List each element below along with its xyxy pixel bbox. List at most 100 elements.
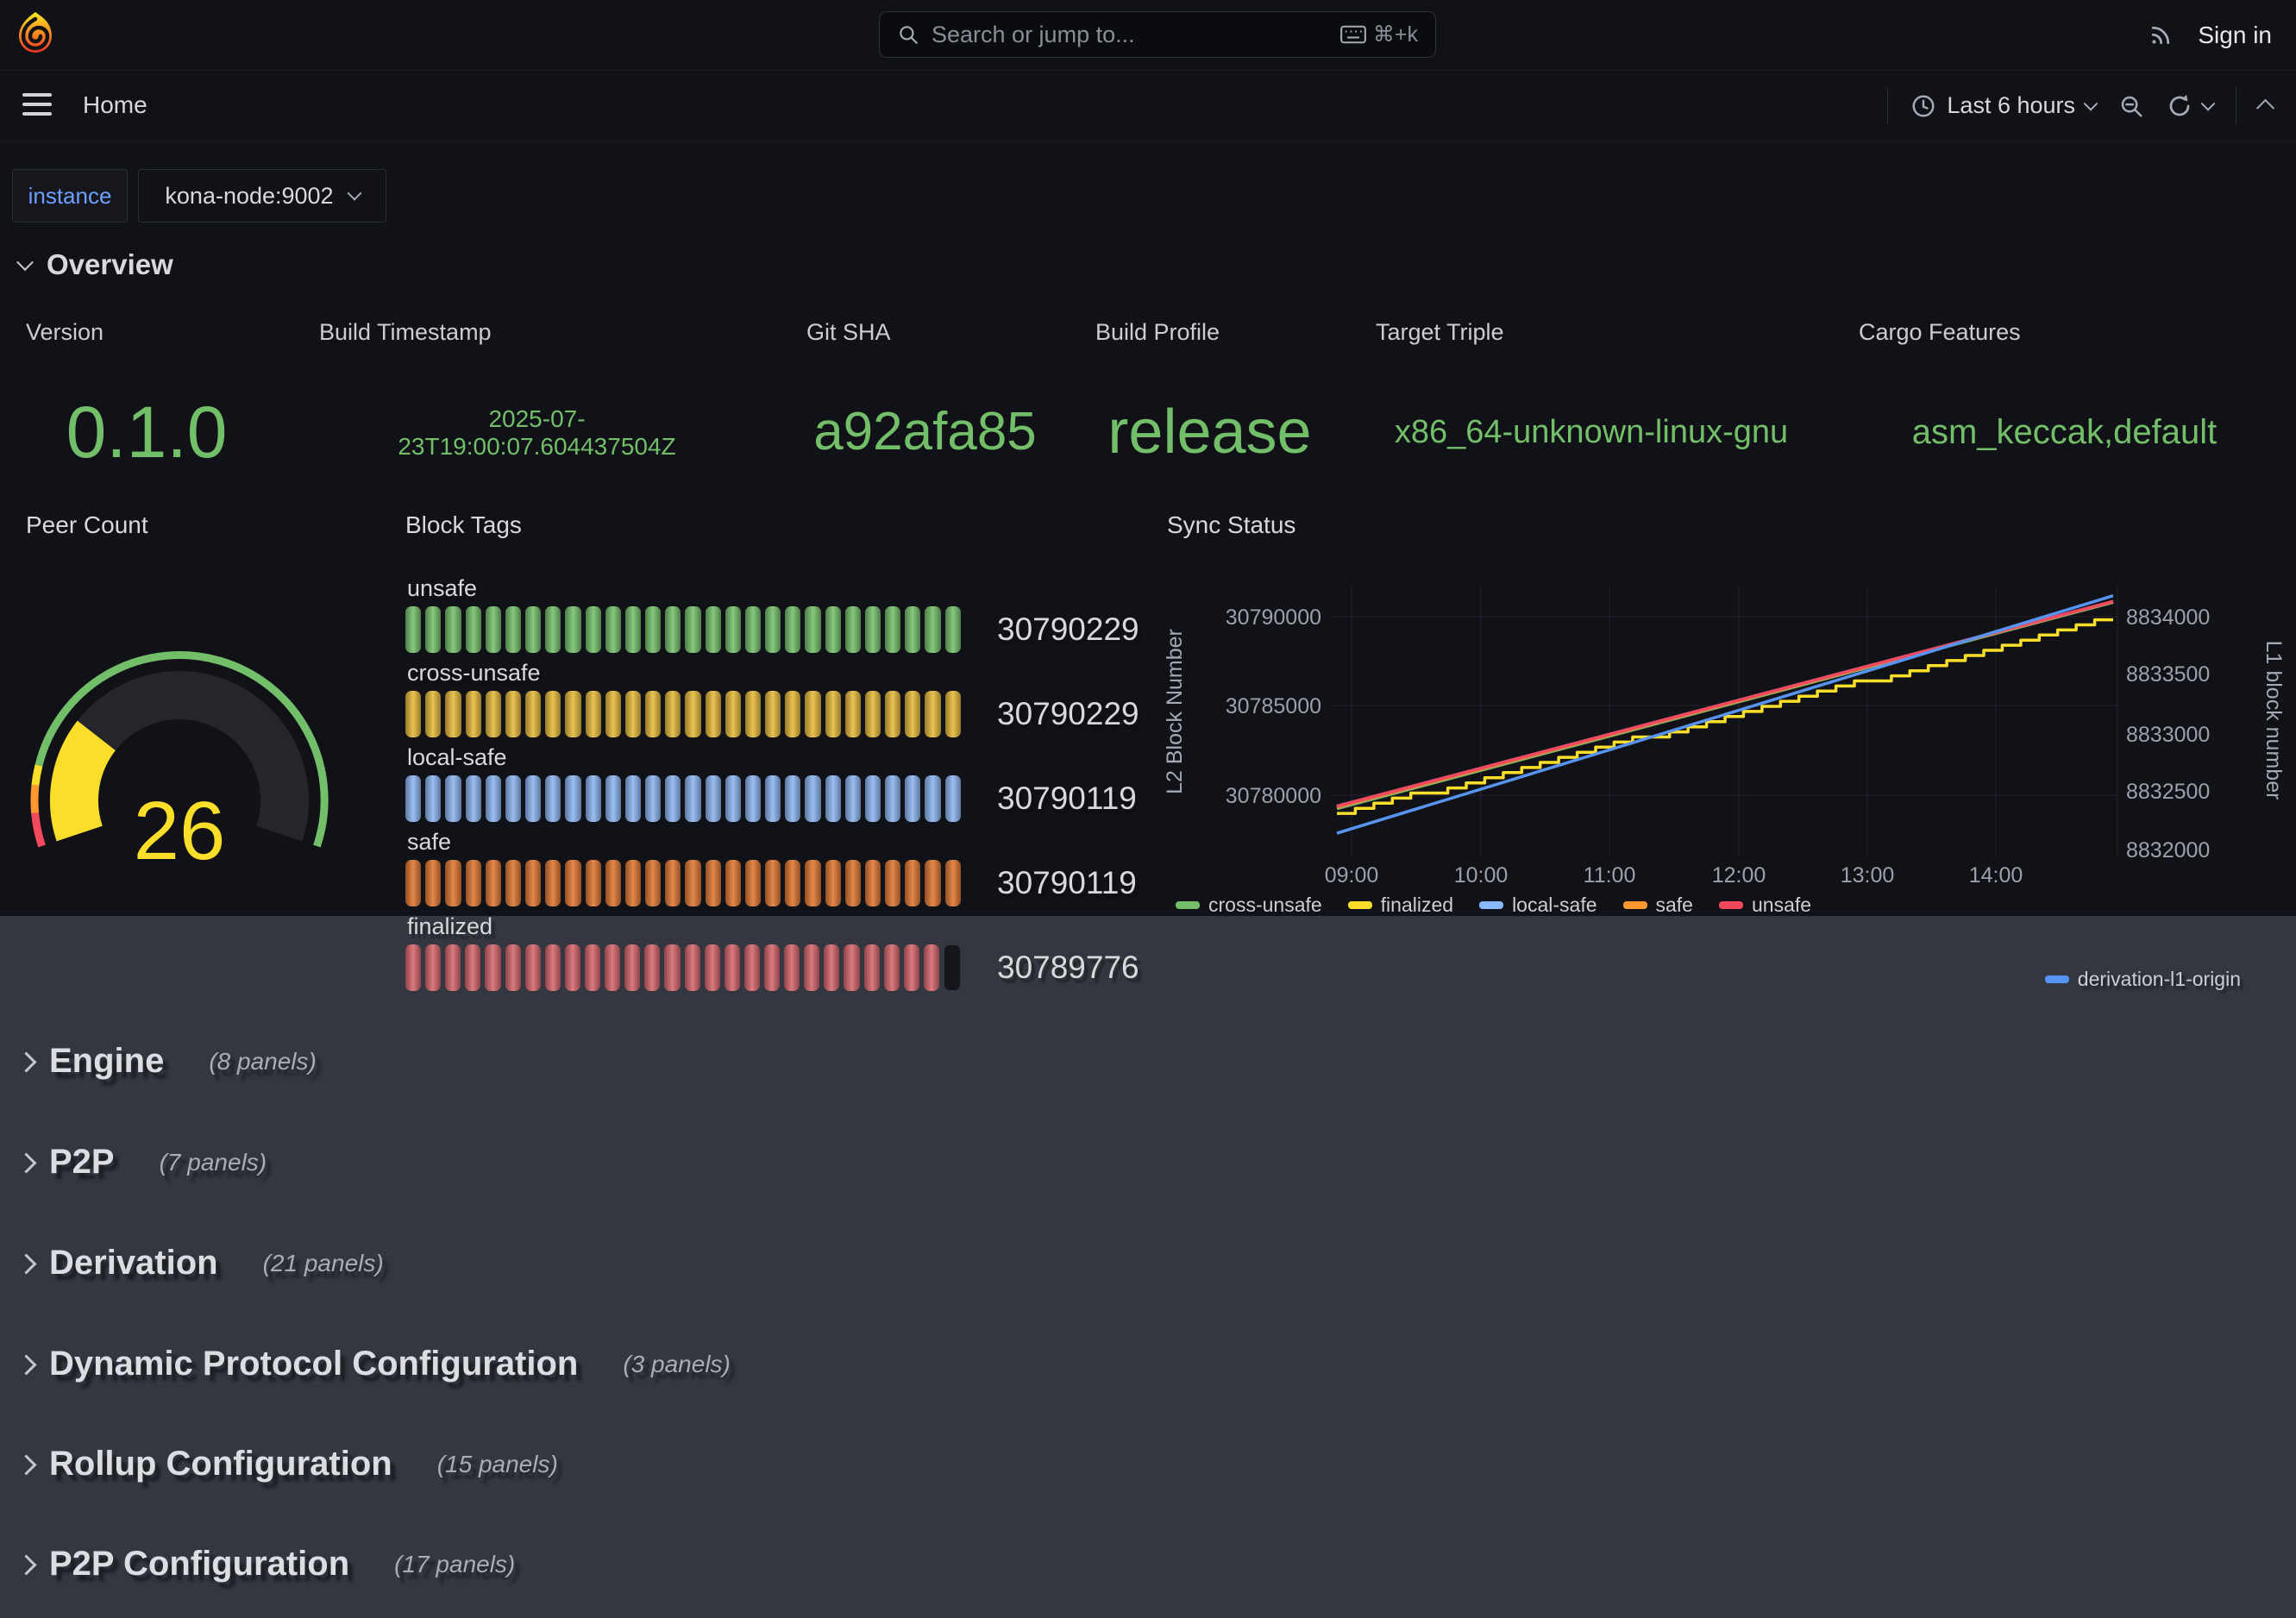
block-tag-led-bar <box>405 606 961 653</box>
legend-item-finalized[interactable]: finalized <box>1348 894 1453 917</box>
dashboard-row-p2p-configuration[interactable]: P2P Configuration(17 panels) <box>19 1545 515 1584</box>
led-segment <box>784 944 800 991</box>
led-segment <box>785 775 800 822</box>
panel-title-block-tags[interactable]: Block Tags <box>405 511 522 539</box>
grafana-logo[interactable] <box>16 11 55 58</box>
dashboard-row-dynamic-protocol-configuration[interactable]: Dynamic Protocol Configuration(3 panels) <box>19 1345 731 1383</box>
sign-in-button[interactable]: Sign in <box>2198 22 2272 49</box>
refresh-picker[interactable] <box>2167 93 2213 119</box>
row-title: Derivation <box>49 1244 218 1282</box>
led-segment <box>525 606 541 653</box>
led-segment <box>865 775 881 822</box>
chevron-up-icon[interactable] <box>2256 99 2274 117</box>
led-segment <box>644 944 660 991</box>
stat-value: release <box>1070 354 1350 511</box>
dashboard-row-rollup-configuration[interactable]: Rollup Configuration(15 panels) <box>19 1445 558 1483</box>
led-segment <box>565 606 580 653</box>
led-segment <box>745 775 761 822</box>
led-segment <box>865 860 881 906</box>
legend-label: safe <box>1656 894 1693 917</box>
row-title-overview: Overview <box>47 248 173 281</box>
search-placeholder: Search or jump to... <box>932 22 1328 48</box>
led-segment <box>486 860 501 906</box>
led-segment <box>565 691 580 737</box>
stat-value-text: 0.1.0 <box>66 392 228 474</box>
legend-label: unsafe <box>1752 894 1811 917</box>
block-tag-row-safe: safe30790119 <box>405 829 1164 913</box>
led-segment <box>665 606 681 653</box>
led-segment <box>645 775 661 822</box>
block-tag-value: 30790229 <box>997 691 1139 737</box>
led-segment <box>706 775 721 822</box>
panel-title-peer-count[interactable]: Peer Count <box>26 511 148 539</box>
led-segment <box>825 691 841 737</box>
legend-swatch <box>1479 901 1503 909</box>
led-segment <box>565 775 580 822</box>
svg-text:8833000: 8833000 <box>2126 723 2210 747</box>
zoom-out-icon[interactable] <box>2118 93 2144 119</box>
led-segment <box>805 691 820 737</box>
led-segment <box>486 606 501 653</box>
led-segment <box>885 606 900 653</box>
time-range-picker[interactable]: Last 6 hours <box>1910 92 2096 119</box>
led-segment <box>706 691 721 737</box>
series-finalized <box>1337 620 2113 814</box>
stat-value-text: a92afa85 <box>813 402 1037 463</box>
search-input[interactable]: Search or jump to... ⌘+k <box>879 11 1436 58</box>
row-overview[interactable]: Overview <box>19 248 173 281</box>
led-segment <box>586 606 601 653</box>
led-segment <box>405 944 421 991</box>
led-segment <box>765 775 781 822</box>
svg-text:8832000: 8832000 <box>2126 838 2210 862</box>
led-segment <box>505 691 521 737</box>
chevron-right-icon <box>16 1253 36 1274</box>
legend-item-safe[interactable]: safe <box>1623 894 1693 917</box>
led-segment <box>466 775 481 822</box>
led-segment <box>725 775 741 822</box>
dashboard-row-engine[interactable]: Engine(8 panels) <box>19 1042 317 1081</box>
led-segment <box>865 606 881 653</box>
led-segment <box>465 944 480 991</box>
led-segment <box>525 775 541 822</box>
legend-item[interactable]: derivation-l1-origin <box>2045 968 2241 991</box>
led-segment <box>586 860 601 906</box>
led-segment <box>665 691 681 737</box>
dashboard-row-p2p[interactable]: P2P(7 panels) <box>19 1143 267 1182</box>
stat-value: asm_keccak,default <box>1833 354 2296 511</box>
stat-panel-build-timestamp: Build Timestamp2025-07-23T19:00:07.60443… <box>293 309 781 511</box>
svg-text:11:00: 11:00 <box>1584 863 1636 887</box>
rss-icon[interactable] <box>2148 22 2174 48</box>
breadcrumb-home[interactable]: Home <box>83 91 147 119</box>
legend-item-unsafe[interactable]: unsafe <box>1719 894 1811 917</box>
led-segment <box>605 860 621 906</box>
led-segment <box>485 944 500 991</box>
refresh-icon <box>2167 93 2192 119</box>
variable-value-dropdown[interactable]: kona-node:9002 <box>138 169 386 223</box>
svg-text:30780000: 30780000 <box>1226 784 1321 808</box>
led-segment <box>545 944 561 991</box>
dashboard-toolbar: Home Last 6 hours <box>0 71 2296 141</box>
led-segment <box>745 606 761 653</box>
shortcut-label: ⌘+k <box>1373 22 1418 47</box>
block-tag-led-bar <box>405 775 961 822</box>
block-tag-row-cross-unsafe: cross-unsafe30790229 <box>405 660 1164 744</box>
menu-icon[interactable] <box>22 93 52 122</box>
led-segment <box>625 606 641 653</box>
stat-panel-git-sha: Git SHAa92afa85 <box>781 309 1070 511</box>
led-segment <box>605 775 621 822</box>
block-tag-value: 30790229 <box>997 606 1139 653</box>
stat-value-text: asm_keccak,default <box>1912 413 2218 453</box>
legend-item-cross-unsafe[interactable]: cross-unsafe <box>1176 894 1322 917</box>
svg-text:L1 block number: L1 block number <box>2261 641 2286 800</box>
block-tags-rows: unsafe30790229cross-unsafe30790229local-… <box>405 575 1164 1045</box>
led-segment <box>586 775 601 822</box>
led-segment <box>925 691 940 737</box>
dashboard-row-derivation[interactable]: Derivation(21 panels) <box>19 1244 384 1282</box>
led-segment <box>685 944 700 991</box>
legend-swatch <box>1176 901 1200 909</box>
led-segment <box>825 606 841 653</box>
variable-label-instance[interactable]: instance <box>12 169 128 223</box>
legend-item-local-safe[interactable]: local-safe <box>1479 894 1597 917</box>
led-segment <box>744 944 760 991</box>
stat-panel-cargo-features: Cargo Featuresasm_keccak,default <box>1833 309 2296 511</box>
